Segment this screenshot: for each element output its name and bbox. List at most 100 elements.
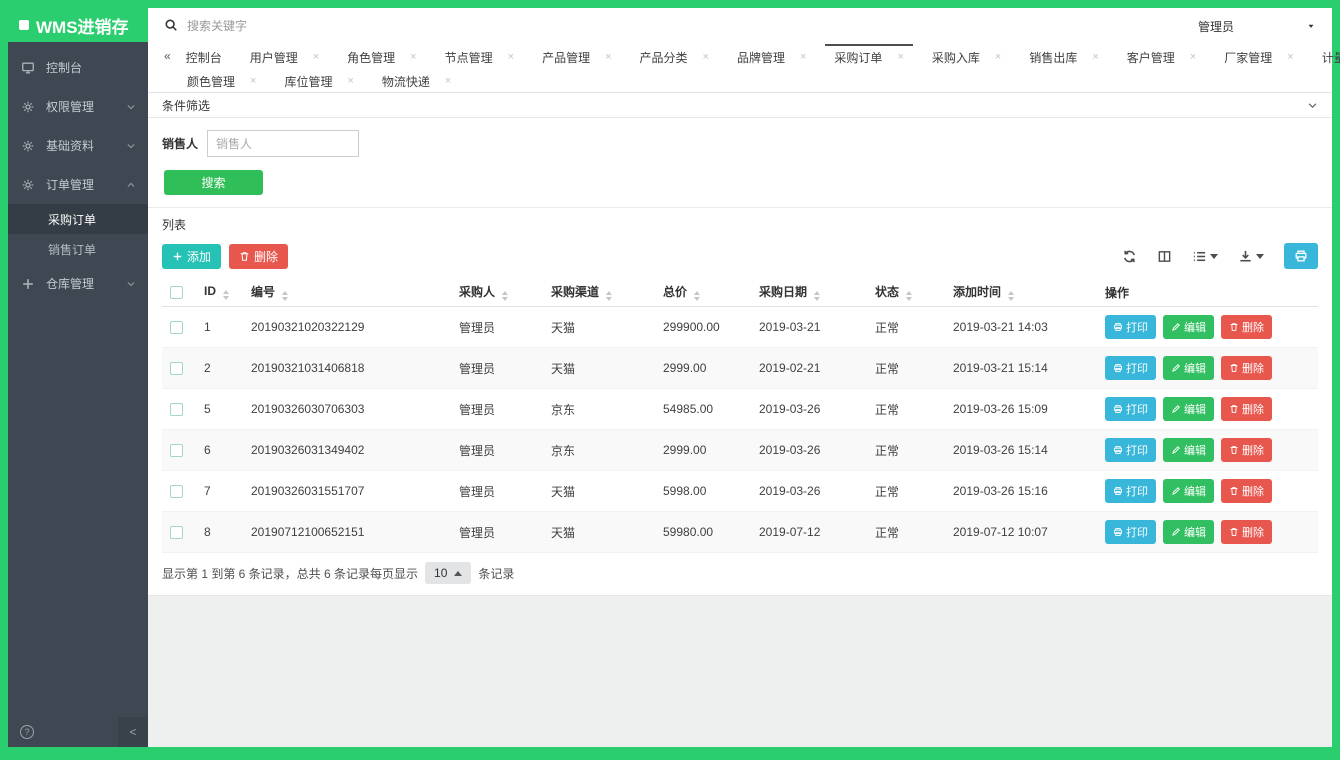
sidebar-item-2[interactable]: 基础资料 xyxy=(8,126,148,165)
row-checkbox[interactable] xyxy=(170,362,183,375)
tabs-scroll-left[interactable]: « xyxy=(158,49,177,63)
cell-status: 正常 xyxy=(867,307,945,348)
tab-7[interactable]: 采购订单× xyxy=(825,44,912,68)
tab-10[interactable]: 客户管理× xyxy=(1118,44,1205,68)
tab-1[interactable]: 用户管理× xyxy=(241,44,328,68)
tab-8[interactable]: 采购入库× xyxy=(923,44,1010,68)
tab-4[interactable]: 产品管理× xyxy=(533,44,620,68)
sort-down-icon xyxy=(282,297,288,301)
print-button[interactable]: 打印 xyxy=(1105,520,1156,544)
row-checkbox[interactable] xyxy=(170,485,183,498)
tab-close-icon[interactable]: × xyxy=(800,52,806,63)
tab-3[interactable]: 节点管理 × xyxy=(436,44,523,68)
cell-buyer: 管理员 xyxy=(451,430,543,471)
print-button[interactable]: 打印 xyxy=(1105,438,1156,462)
tab-close-icon[interactable]: × xyxy=(1287,52,1293,63)
delete-row-button[interactable]: 删除 xyxy=(1221,315,1272,339)
row-checkbox[interactable] xyxy=(170,526,183,539)
tab-close-icon[interactable]: × xyxy=(995,52,1001,63)
tab-close-icon[interactable]: × xyxy=(410,52,416,63)
tab-12[interactable]: 计量单位× xyxy=(1313,44,1340,68)
edit-button[interactable]: 编辑 xyxy=(1163,438,1214,462)
tab-0[interactable]: 控制台 xyxy=(177,44,231,68)
tab-close-icon[interactable]: × xyxy=(445,76,451,87)
print-button[interactable]: 打印 xyxy=(1105,315,1156,339)
add-button[interactable]: 添加 xyxy=(162,244,221,269)
edit-button[interactable]: 编辑 xyxy=(1163,520,1214,544)
edit-button[interactable]: 编辑 xyxy=(1163,356,1214,380)
tab-close-icon[interactable]: × xyxy=(605,52,611,63)
column-header-4[interactable]: 总价 xyxy=(655,278,751,307)
action-label: 打印 xyxy=(1126,401,1148,417)
tab-2[interactable]: 物流快递× xyxy=(373,68,460,92)
column-header-0[interactable]: ID xyxy=(196,278,243,307)
tab-close-icon[interactable]: × xyxy=(703,52,709,63)
tab-1[interactable]: 库位管理× xyxy=(275,68,362,92)
column-header-3[interactable]: 采购渠道 xyxy=(543,278,655,307)
edit-button[interactable]: 编辑 xyxy=(1163,315,1214,339)
sidebar-subitem-5[interactable]: 销售订单 xyxy=(8,234,148,264)
tab-close-icon[interactable]: × xyxy=(1092,52,1098,63)
delete-row-button[interactable]: 删除 xyxy=(1221,520,1272,544)
sidebar-item-1[interactable]: 权限管理 xyxy=(8,87,148,126)
filter-title: 条件筛选 xyxy=(162,97,210,114)
search-input[interactable] xyxy=(187,19,407,33)
column-header-2[interactable]: 采购人 xyxy=(451,278,543,307)
row-checkbox[interactable] xyxy=(170,444,183,457)
delete-row-button[interactable]: 删除 xyxy=(1221,438,1272,462)
tab-close-icon[interactable]: × xyxy=(347,76,353,87)
tab-0[interactable]: 颜色管理 × xyxy=(178,68,265,92)
print-toolbar-button[interactable] xyxy=(1284,243,1318,269)
print-button[interactable]: 打印 xyxy=(1105,356,1156,380)
tab-close-icon[interactable]: × xyxy=(508,52,514,63)
tab-6[interactable]: 品牌管理× xyxy=(728,44,815,68)
tab-5[interactable]: 产品分类× xyxy=(631,44,718,68)
sidebar-item-6[interactable]: 仓库管理 xyxy=(8,264,148,303)
edit-button[interactable]: 编辑 xyxy=(1163,479,1214,503)
filter-collapse-chevron-icon[interactable] xyxy=(1307,100,1318,111)
tab-11[interactable]: 厂家管理× xyxy=(1215,44,1302,68)
column-header-6[interactable]: 状态 xyxy=(867,278,945,307)
export-download-icon[interactable] xyxy=(1238,249,1264,264)
tab-9[interactable]: 销售出库× xyxy=(1020,44,1107,68)
sidebar-subitem-4[interactable]: 采购订单 xyxy=(8,204,148,234)
column-header-5[interactable]: 采购日期 xyxy=(751,278,867,307)
select-all-checkbox[interactable] xyxy=(170,286,183,299)
sidebar-item-0[interactable]: 控制台 xyxy=(8,48,148,87)
page-size-select[interactable]: 10 xyxy=(425,562,471,584)
cell-buyer: 管理员 xyxy=(451,512,543,553)
action-label: 编辑 xyxy=(1184,401,1206,417)
sort-icon xyxy=(1008,291,1014,301)
print-button[interactable]: 打印 xyxy=(1105,479,1156,503)
delete-button[interactable]: 删除 xyxy=(229,244,288,269)
edit-button[interactable]: 编辑 xyxy=(1163,397,1214,421)
seller-input[interactable] xyxy=(207,130,359,157)
column-header-1[interactable]: 编号 xyxy=(243,278,451,307)
row-checkbox[interactable] xyxy=(170,321,183,334)
tab-label: 颜色管理 xyxy=(187,73,235,90)
user-menu[interactable]: 管理员 xyxy=(1198,18,1316,35)
columns-toggle-icon[interactable] xyxy=(1157,249,1172,264)
column-header-label: 编号 xyxy=(251,285,275,299)
tab-label: 节点管理 xyxy=(445,49,493,66)
delete-row-button[interactable]: 删除 xyxy=(1221,397,1272,421)
sidebar-item-3[interactable]: 订单管理 xyxy=(8,165,148,204)
column-header-7[interactable]: 添加时间 xyxy=(945,278,1097,307)
tab-2[interactable]: 角色管理× xyxy=(338,44,425,68)
sort-up-icon xyxy=(282,291,288,295)
row-checkbox[interactable] xyxy=(170,403,183,416)
help-icon[interactable]: ? xyxy=(20,725,34,739)
print-button[interactable]: 打印 xyxy=(1105,397,1156,421)
sort-up-icon xyxy=(814,291,820,295)
filter-search-button[interactable]: 搜索 xyxy=(164,170,263,195)
delete-row-button[interactable]: 删除 xyxy=(1221,479,1272,503)
tab-close-icon[interactable]: × xyxy=(897,52,903,63)
tab-close-icon[interactable]: × xyxy=(1190,52,1196,63)
delete-row-button[interactable]: 删除 xyxy=(1221,356,1272,380)
refresh-icon[interactable] xyxy=(1122,249,1137,264)
tab-close-icon[interactable]: × xyxy=(313,52,319,63)
list-view-icon[interactable] xyxy=(1192,249,1218,264)
cell-channel: 京东 xyxy=(543,389,655,430)
tab-close-icon[interactable]: × xyxy=(250,76,256,87)
sidebar-collapse-button[interactable]: < xyxy=(118,717,148,747)
